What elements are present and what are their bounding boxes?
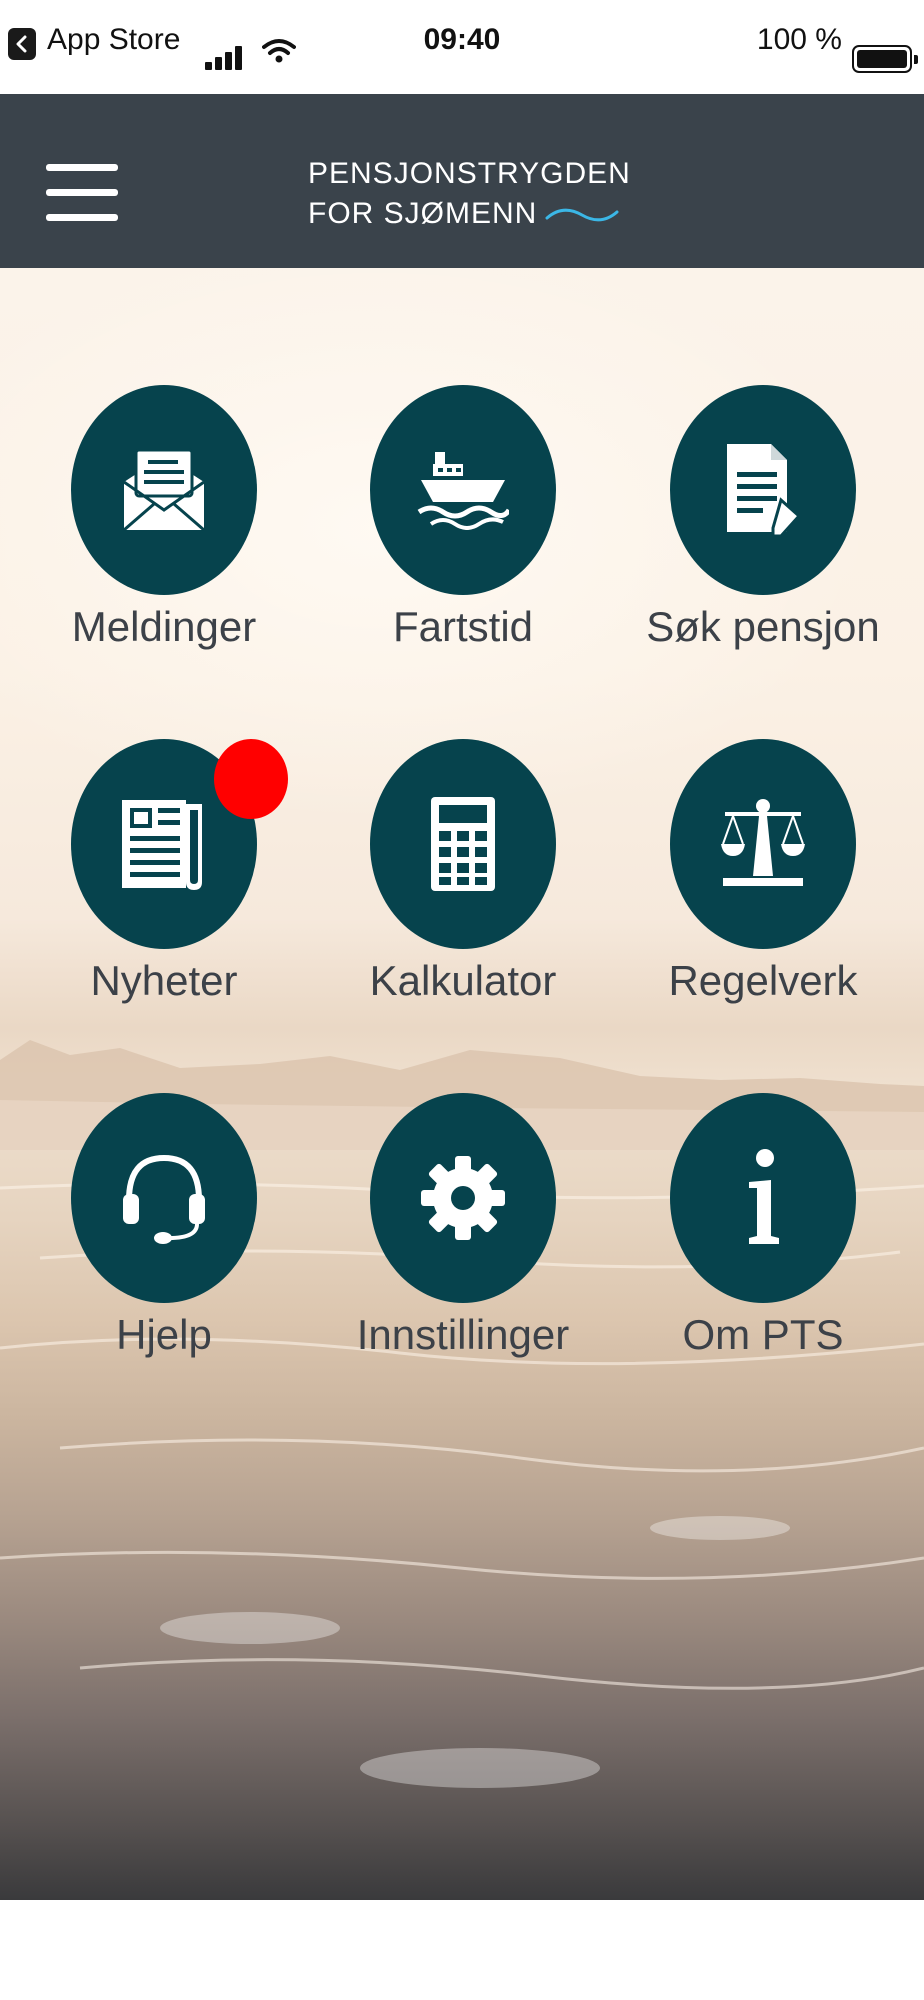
tile-circle[interactable]	[670, 385, 856, 595]
tile-label: Meldinger	[71, 603, 257, 650]
tile-label: Om PTS	[682, 1311, 844, 1358]
tile-label: Kalkulator	[369, 957, 557, 1004]
tile-innstillinger[interactable]: Innstillinger	[313, 1093, 613, 1359]
gear-icon	[421, 1156, 505, 1240]
tile-kalkulator[interactable]: Kalkulator	[313, 739, 613, 1005]
tile-circle[interactable]	[370, 739, 556, 949]
wave-icon	[545, 208, 619, 222]
tile-hjelp[interactable]: Hjelp	[14, 1093, 314, 1359]
tile-circle[interactable]	[71, 385, 257, 595]
tile-label: Søk pensjon	[646, 603, 880, 650]
logo-line2: FOR SJØMENN	[308, 197, 538, 230]
battery-icon	[852, 45, 918, 73]
tile-circle[interactable]	[670, 1093, 856, 1303]
bottom-blank	[0, 1900, 924, 2000]
calculator-icon	[431, 797, 495, 891]
info-icon	[749, 1149, 779, 1244]
tile-meldinger[interactable]: Meldinger	[14, 385, 314, 651]
tile-circle[interactable]	[670, 739, 856, 949]
tile-label: Nyheter	[90, 957, 238, 1004]
headset-icon	[123, 1154, 205, 1244]
tile-circle[interactable]	[370, 1093, 556, 1303]
logo-line1: PENSJONSTRYGDEN	[308, 157, 631, 190]
tile-label: Innstillinger	[356, 1311, 570, 1358]
app-header: PENSJONSTRYGDEN FOR SJØMENN	[0, 94, 924, 268]
tile-fartstid[interactable]: Fartstid	[313, 385, 613, 651]
ship-icon	[417, 452, 509, 530]
envelope-icon	[123, 448, 205, 532]
tile-om-pts[interactable]: Om PTS	[613, 1093, 913, 1359]
tile-regelverk[interactable]: Regelverk	[613, 739, 913, 1005]
tile-circle[interactable]	[370, 385, 556, 595]
logo: PENSJONSTRYGDEN FOR SJØMENN	[308, 154, 631, 234]
newspaper-icon	[122, 800, 202, 890]
document-pen-icon	[727, 444, 802, 538]
tile-label: Hjelp	[116, 1311, 212, 1358]
tile-label: Fartstid	[392, 603, 534, 650]
hamburger-menu-icon[interactable]	[46, 164, 118, 224]
notification-badge	[214, 739, 288, 819]
battery-percent: 100 %	[756, 23, 842, 56]
scales-icon	[721, 799, 805, 886]
tile-label: Regelverk	[668, 957, 858, 1004]
status-bar: App Store 09:40 100 %	[0, 0, 924, 94]
tile-circle[interactable]	[71, 1093, 257, 1303]
tile-sok-pensjon[interactable]: Søk pensjon	[613, 385, 913, 651]
